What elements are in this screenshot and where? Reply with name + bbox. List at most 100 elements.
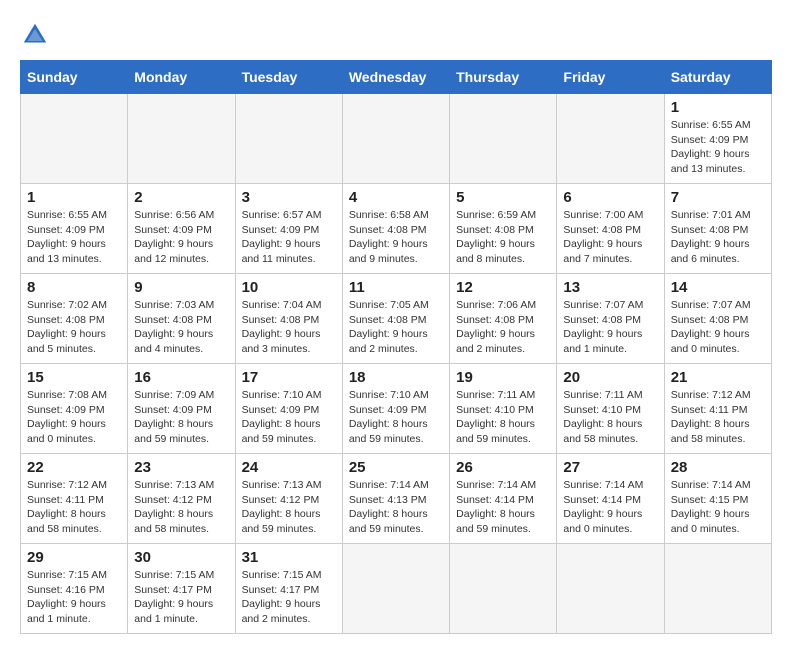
calendar-cell: 30 Sunrise: 7:15 AMSunset: 4:17 PMDaylig… xyxy=(128,544,235,634)
weekday-header: Sunday xyxy=(21,61,128,94)
calendar-table: SundayMondayTuesdayWednesdayThursdayFrid… xyxy=(20,60,772,634)
calendar-cell xyxy=(557,94,664,184)
day-info: Sunrise: 6:57 AMSunset: 4:09 PMDaylight:… xyxy=(242,208,336,267)
calendar-row: 15 Sunrise: 7:08 AMSunset: 4:09 PMDaylig… xyxy=(21,364,772,454)
day-number: 12 xyxy=(456,279,550,296)
calendar-cell: 1 Sunrise: 6:55 AMSunset: 4:09 PMDayligh… xyxy=(664,94,771,184)
weekday-header: Wednesday xyxy=(342,61,449,94)
day-number: 21 xyxy=(671,369,765,386)
day-number: 1 xyxy=(671,99,765,116)
day-info: Sunrise: 7:11 AMSunset: 4:10 PMDaylight:… xyxy=(456,388,550,447)
calendar-cell: 29 Sunrise: 7:15 AMSunset: 4:16 PMDaylig… xyxy=(21,544,128,634)
calendar-cell: 19 Sunrise: 7:11 AMSunset: 4:10 PMDaylig… xyxy=(450,364,557,454)
calendar-cell xyxy=(450,94,557,184)
day-info: Sunrise: 7:15 AMSunset: 4:16 PMDaylight:… xyxy=(27,568,121,627)
calendar-cell: 26 Sunrise: 7:14 AMSunset: 4:14 PMDaylig… xyxy=(450,454,557,544)
day-info: Sunrise: 7:13 AMSunset: 4:12 PMDaylight:… xyxy=(242,478,336,537)
day-info: Sunrise: 7:13 AMSunset: 4:12 PMDaylight:… xyxy=(134,478,228,537)
day-number: 30 xyxy=(134,549,228,566)
day-info: Sunrise: 7:04 AMSunset: 4:08 PMDaylight:… xyxy=(242,298,336,357)
calendar-cell xyxy=(128,94,235,184)
calendar-cell: 7 Sunrise: 7:01 AMSunset: 4:08 PMDayligh… xyxy=(664,184,771,274)
calendar-cell: 28 Sunrise: 7:14 AMSunset: 4:15 PMDaylig… xyxy=(664,454,771,544)
day-number: 31 xyxy=(242,549,336,566)
day-info: Sunrise: 7:14 AMSunset: 4:15 PMDaylight:… xyxy=(671,478,765,537)
day-info: Sunrise: 6:55 AMSunset: 4:09 PMDaylight:… xyxy=(671,118,765,177)
calendar-cell: 31 Sunrise: 7:15 AMSunset: 4:17 PMDaylig… xyxy=(235,544,342,634)
day-info: Sunrise: 7:02 AMSunset: 4:08 PMDaylight:… xyxy=(27,298,121,357)
calendar-cell xyxy=(342,544,449,634)
day-info: Sunrise: 7:08 AMSunset: 4:09 PMDaylight:… xyxy=(27,388,121,447)
day-number: 23 xyxy=(134,459,228,476)
day-info: Sunrise: 7:05 AMSunset: 4:08 PMDaylight:… xyxy=(349,298,443,357)
day-number: 1 xyxy=(27,189,121,206)
day-info: Sunrise: 6:59 AMSunset: 4:08 PMDaylight:… xyxy=(456,208,550,267)
calendar-cell: 25 Sunrise: 7:14 AMSunset: 4:13 PMDaylig… xyxy=(342,454,449,544)
calendar-cell: 11 Sunrise: 7:05 AMSunset: 4:08 PMDaylig… xyxy=(342,274,449,364)
calendar-cell: 24 Sunrise: 7:13 AMSunset: 4:12 PMDaylig… xyxy=(235,454,342,544)
calendar-cell: 27 Sunrise: 7:14 AMSunset: 4:14 PMDaylig… xyxy=(557,454,664,544)
calendar-cell: 6 Sunrise: 7:00 AMSunset: 4:08 PMDayligh… xyxy=(557,184,664,274)
day-info: Sunrise: 7:07 AMSunset: 4:08 PMDaylight:… xyxy=(563,298,657,357)
day-number: 7 xyxy=(671,189,765,206)
day-number: 27 xyxy=(563,459,657,476)
weekday-header: Friday xyxy=(557,61,664,94)
day-info: Sunrise: 6:55 AMSunset: 4:09 PMDaylight:… xyxy=(27,208,121,267)
day-number: 19 xyxy=(456,369,550,386)
day-number: 26 xyxy=(456,459,550,476)
logo xyxy=(20,20,56,50)
day-number: 6 xyxy=(563,189,657,206)
day-number: 10 xyxy=(242,279,336,296)
day-number: 14 xyxy=(671,279,765,296)
day-info: Sunrise: 7:10 AMSunset: 4:09 PMDaylight:… xyxy=(242,388,336,447)
calendar-cell: 8 Sunrise: 7:02 AMSunset: 4:08 PMDayligh… xyxy=(21,274,128,364)
day-info: Sunrise: 6:58 AMSunset: 4:08 PMDaylight:… xyxy=(349,208,443,267)
day-number: 22 xyxy=(27,459,121,476)
weekday-header-row: SundayMondayTuesdayWednesdayThursdayFrid… xyxy=(21,61,772,94)
calendar-row: 1 Sunrise: 6:55 AMSunset: 4:09 PMDayligh… xyxy=(21,94,772,184)
weekday-header: Thursday xyxy=(450,61,557,94)
calendar-row: 29 Sunrise: 7:15 AMSunset: 4:16 PMDaylig… xyxy=(21,544,772,634)
day-info: Sunrise: 7:09 AMSunset: 4:09 PMDaylight:… xyxy=(134,388,228,447)
calendar-cell: 10 Sunrise: 7:04 AMSunset: 4:08 PMDaylig… xyxy=(235,274,342,364)
calendar-cell: 14 Sunrise: 7:07 AMSunset: 4:08 PMDaylig… xyxy=(664,274,771,364)
calendar-cell xyxy=(235,94,342,184)
calendar-cell xyxy=(450,544,557,634)
calendar-cell: 2 Sunrise: 6:56 AMSunset: 4:09 PMDayligh… xyxy=(128,184,235,274)
calendar-cell: 21 Sunrise: 7:12 AMSunset: 4:11 PMDaylig… xyxy=(664,364,771,454)
calendar-cell xyxy=(557,544,664,634)
day-number: 8 xyxy=(27,279,121,296)
day-info: Sunrise: 7:07 AMSunset: 4:08 PMDaylight:… xyxy=(671,298,765,357)
day-number: 9 xyxy=(134,279,228,296)
calendar-row: 8 Sunrise: 7:02 AMSunset: 4:08 PMDayligh… xyxy=(21,274,772,364)
page-header xyxy=(20,20,772,50)
day-info: Sunrise: 7:14 AMSunset: 4:13 PMDaylight:… xyxy=(349,478,443,537)
day-number: 11 xyxy=(349,279,443,296)
day-info: Sunrise: 7:15 AMSunset: 4:17 PMDaylight:… xyxy=(134,568,228,627)
calendar-cell: 9 Sunrise: 7:03 AMSunset: 4:08 PMDayligh… xyxy=(128,274,235,364)
day-info: Sunrise: 7:10 AMSunset: 4:09 PMDaylight:… xyxy=(349,388,443,447)
calendar-cell: 12 Sunrise: 7:06 AMSunset: 4:08 PMDaylig… xyxy=(450,274,557,364)
day-info: Sunrise: 7:11 AMSunset: 4:10 PMDaylight:… xyxy=(563,388,657,447)
day-number: 15 xyxy=(27,369,121,386)
day-info: Sunrise: 7:14 AMSunset: 4:14 PMDaylight:… xyxy=(456,478,550,537)
day-number: 20 xyxy=(563,369,657,386)
day-number: 29 xyxy=(27,549,121,566)
logo-icon xyxy=(20,20,50,50)
calendar-cell xyxy=(21,94,128,184)
calendar-cell: 18 Sunrise: 7:10 AMSunset: 4:09 PMDaylig… xyxy=(342,364,449,454)
calendar-cell: 13 Sunrise: 7:07 AMSunset: 4:08 PMDaylig… xyxy=(557,274,664,364)
day-number: 17 xyxy=(242,369,336,386)
day-number: 28 xyxy=(671,459,765,476)
calendar-cell: 4 Sunrise: 6:58 AMSunset: 4:08 PMDayligh… xyxy=(342,184,449,274)
calendar-cell: 15 Sunrise: 7:08 AMSunset: 4:09 PMDaylig… xyxy=(21,364,128,454)
day-number: 16 xyxy=(134,369,228,386)
calendar-cell: 22 Sunrise: 7:12 AMSunset: 4:11 PMDaylig… xyxy=(21,454,128,544)
calendar-row: 22 Sunrise: 7:12 AMSunset: 4:11 PMDaylig… xyxy=(21,454,772,544)
day-info: Sunrise: 7:03 AMSunset: 4:08 PMDaylight:… xyxy=(134,298,228,357)
calendar-cell: 16 Sunrise: 7:09 AMSunset: 4:09 PMDaylig… xyxy=(128,364,235,454)
calendar-cell xyxy=(342,94,449,184)
calendar-cell: 3 Sunrise: 6:57 AMSunset: 4:09 PMDayligh… xyxy=(235,184,342,274)
day-info: Sunrise: 7:00 AMSunset: 4:08 PMDaylight:… xyxy=(563,208,657,267)
day-info: Sunrise: 7:14 AMSunset: 4:14 PMDaylight:… xyxy=(563,478,657,537)
